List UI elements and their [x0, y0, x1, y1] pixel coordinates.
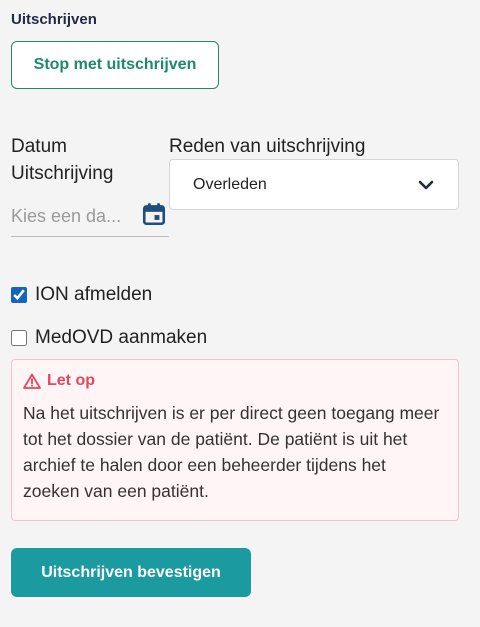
chevron-down-icon: [418, 180, 434, 189]
section-title: Uitschrijven: [11, 11, 97, 28]
reason-selected-value: Overleden: [193, 175, 267, 193]
medovd-aanmaken-row[interactable]: MedOVD aanmaken: [11, 327, 207, 349]
alert-title: Let op: [47, 372, 95, 389]
reason-select[interactable]: Overleden: [169, 159, 459, 210]
date-field[interactable]: [11, 197, 169, 237]
reason-label: Reden van uitschrijving: [169, 136, 366, 157]
calendar-icon[interactable]: [141, 201, 167, 227]
medovd-aanmaken-label: MedOVD aanmaken: [35, 327, 208, 348]
ion-afmelden-checkbox[interactable]: [11, 287, 27, 303]
confirm-unsubscribe-button[interactable]: Uitschrijven bevestigen: [11, 548, 251, 597]
medovd-aanmaken-checkbox[interactable]: [11, 330, 27, 346]
alert-header: Let op: [23, 372, 447, 390]
date-input[interactable]: [11, 206, 136, 227]
ion-afmelden-label: ION afmelden: [35, 284, 153, 305]
alert-text: Na het uitschrijven is er per direct gee…: [23, 403, 440, 501]
ion-afmelden-row[interactable]: ION afmelden: [11, 284, 152, 306]
warning-alert: Let op Na het uitschrijven is er per dir…: [11, 359, 459, 521]
stop-unsubscribe-button[interactable]: Stop met uitschrijven: [11, 41, 219, 89]
warning-icon: [23, 373, 41, 389]
date-label: Datum Uitschrijving: [11, 136, 114, 184]
